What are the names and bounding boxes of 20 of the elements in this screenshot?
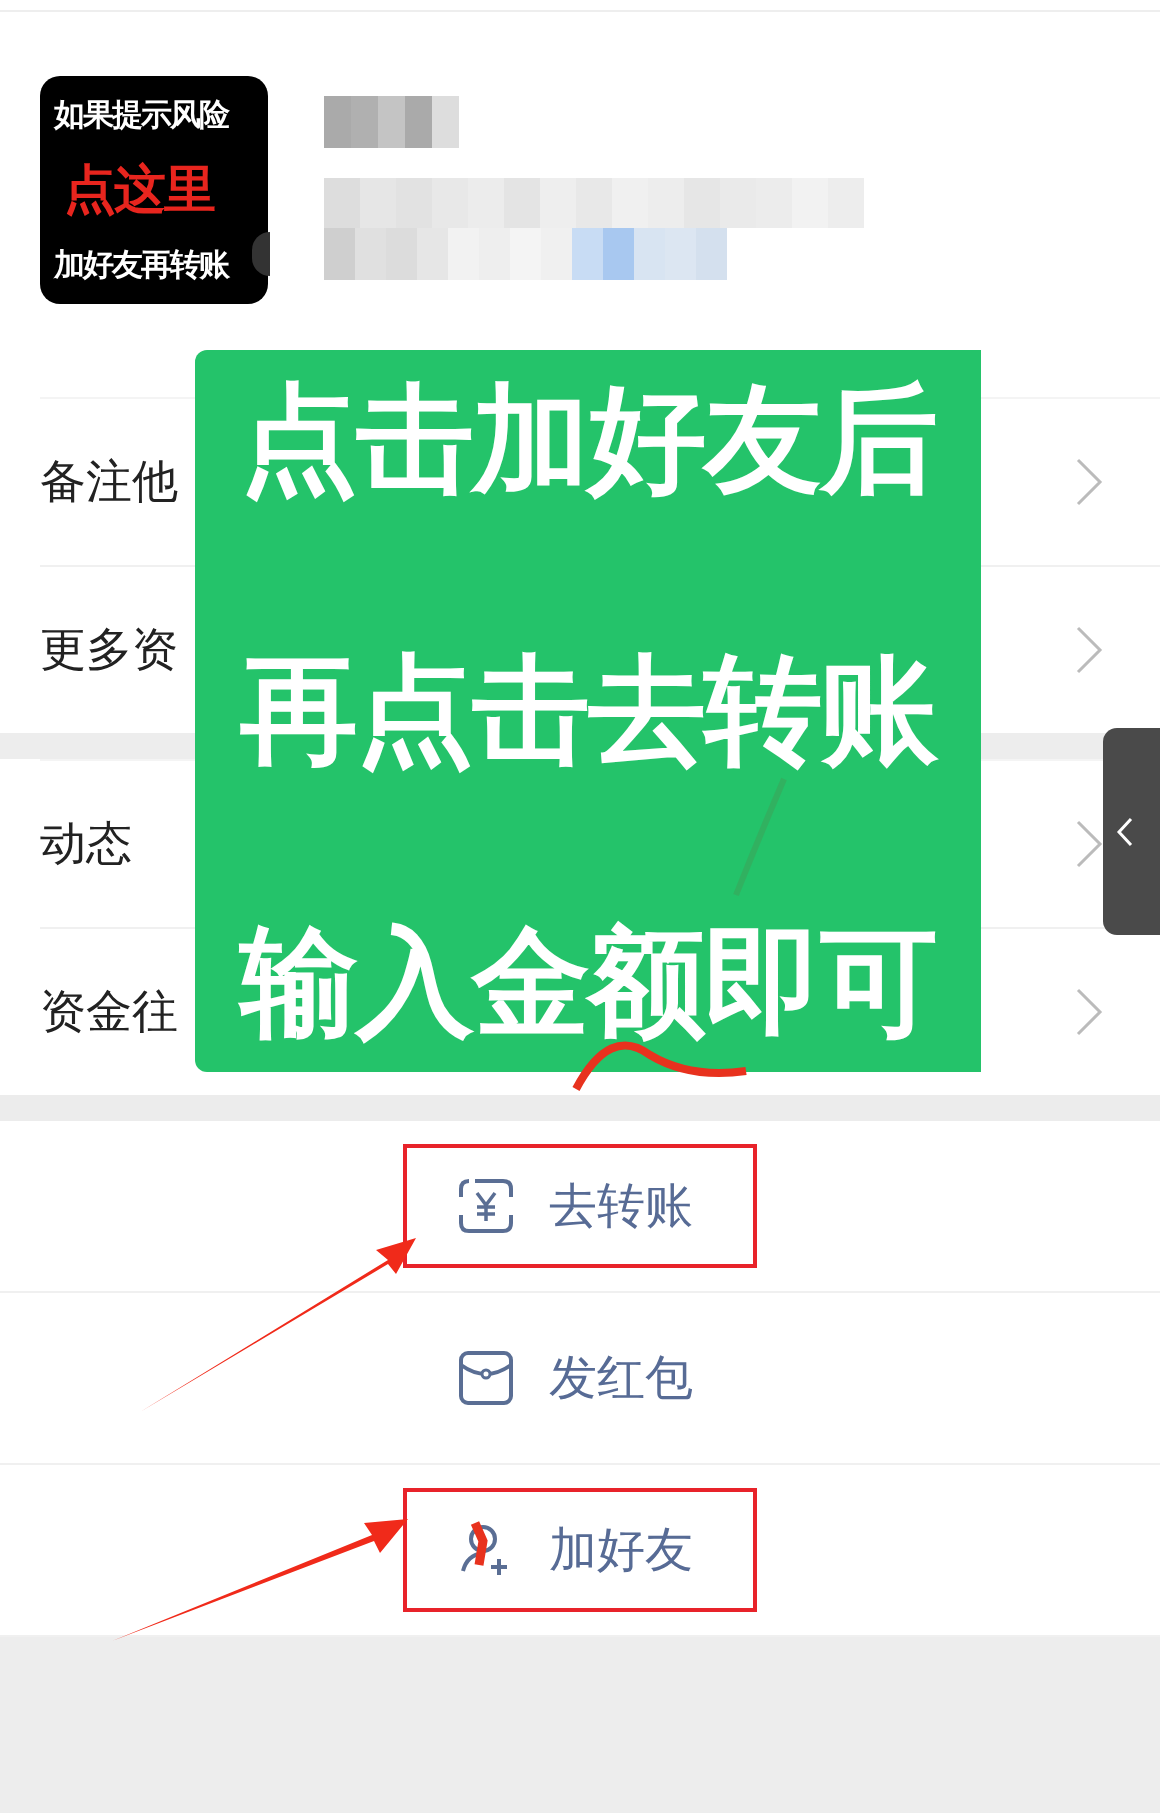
avatar-badge[interactable]: 如果提示风险 点这里 加好友再转账 — [40, 76, 268, 304]
badge-text: 如果提示风险 — [54, 94, 228, 134]
action-button[interactable]: 去转账 — [403, 1144, 757, 1268]
menu-item-label[interactable]: 动态 — [40, 813, 132, 875]
chevron-icon — [1074, 986, 1104, 1038]
badge-text: 加好友再转账 — [54, 245, 228, 285]
action-button[interactable]: 发红包 — [403, 1316, 757, 1440]
action-button[interactable]: 加好友 — [403, 1488, 757, 1612]
chevron-icon — [1074, 624, 1104, 676]
chevron-icon — [1074, 456, 1104, 508]
chevron-icon — [1074, 818, 1104, 870]
badge-text: 点这里 — [63, 158, 214, 221]
menu-item-label[interactable]: 资金往 — [40, 981, 178, 1043]
envelope-icon — [457, 1349, 515, 1407]
menu-item-label[interactable]: 更多资 — [40, 619, 178, 681]
side-handle[interactable] — [1103, 728, 1160, 935]
menu-item-label[interactable]: 备注他 — [40, 451, 178, 513]
yuan-icon — [457, 1177, 515, 1235]
overlay-text: 输入金额即可 — [240, 911, 936, 1053]
overlay-text: 点击加好友后 — [240, 369, 936, 510]
